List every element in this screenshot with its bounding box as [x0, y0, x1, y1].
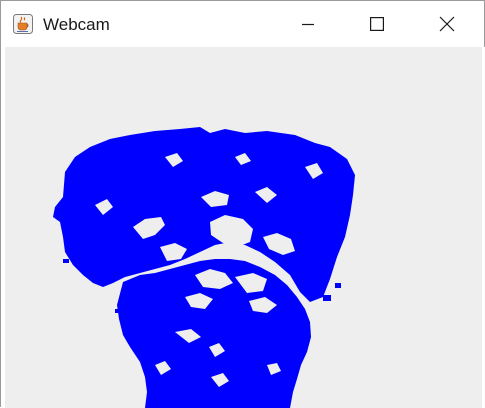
- close-button[interactable]: [424, 1, 470, 47]
- close-icon: [439, 16, 455, 32]
- maximize-icon: [370, 17, 384, 31]
- window-title: Webcam: [43, 15, 110, 34]
- title-bar[interactable]: Webcam: [1, 1, 484, 47]
- minimize-icon: [302, 23, 314, 26]
- maximize-button[interactable]: [354, 1, 400, 47]
- java-cup-icon[interactable]: [13, 14, 33, 34]
- minimize-button[interactable]: [285, 1, 331, 47]
- webcam-face-silhouette: [53, 127, 355, 408]
- webcam-view: [5, 47, 482, 408]
- webcam-window: Webcam: [0, 0, 485, 408]
